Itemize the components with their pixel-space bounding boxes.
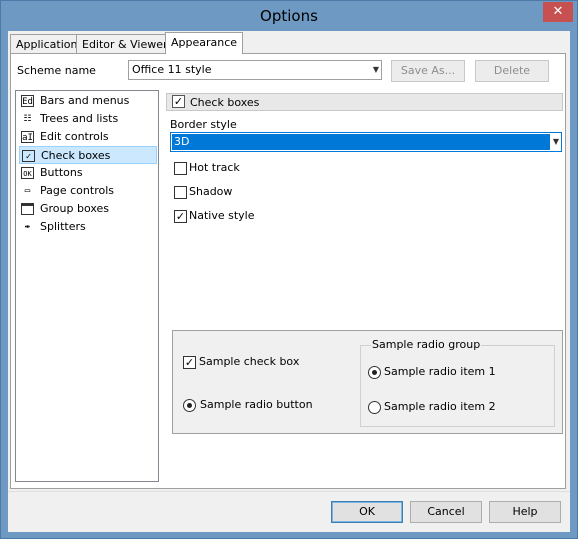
chevron-down-icon[interactable]: ▼: [371, 61, 381, 79]
shadow-checkbox[interactable]: [174, 186, 187, 199]
checkbox-icon: ✓: [22, 150, 35, 162]
appearance-panel: Scheme name Office 11 style ▼ Save As...…: [10, 53, 566, 489]
groupbox-icon: [21, 203, 34, 215]
tab-appearance[interactable]: Appearance: [165, 32, 244, 54]
tree-item-check-boxes[interactable]: ✓ Check boxes: [19, 146, 157, 164]
scheme-name-value: Office 11 style: [132, 63, 212, 76]
native-style-label: Native style: [189, 209, 255, 222]
dialog-client: Application Editor & Viewers Appearance …: [8, 31, 570, 532]
tree-item-trees-lists[interactable]: ☷ Trees and lists: [19, 110, 157, 128]
shadow-label: Shadow: [189, 185, 233, 198]
scheme-name-label: Scheme name: [17, 64, 96, 77]
save-as-button[interactable]: Save As...: [391, 60, 465, 82]
splitter-icon: ⇹: [24, 222, 31, 232]
sample-radio-item-2-label: Sample radio item 2: [384, 400, 496, 413]
settings-panel: ✓ Check boxes Border style 3D ▼ Hot trac…: [166, 90, 565, 486]
border-style-combo[interactable]: 3D ▼: [170, 132, 562, 152]
sample-radio-group: Sample radio group Sample radio item 1 S…: [360, 338, 555, 427]
sample-radio-item-1-label: Sample radio item 1: [384, 365, 496, 378]
window-title: Options: [260, 7, 318, 25]
tab-editor-viewers[interactable]: Editor & Viewers: [76, 34, 180, 55]
tree-item-bars-menus[interactable]: Ed Bars and menus: [19, 92, 157, 110]
section-header-label: Check boxes: [190, 96, 260, 109]
sample-area: ✓ Sample check box Sample radio button S…: [172, 330, 563, 434]
border-style-value: 3D: [172, 134, 550, 150]
native-style-checkbox[interactable]: ✓: [174, 210, 187, 223]
button-icon: OK: [21, 167, 34, 179]
category-tree: Ed Bars and menus ☷ Trees and lists aI E…: [15, 90, 159, 482]
help-button[interactable]: Help: [489, 501, 561, 523]
sample-radio-item-1[interactable]: [368, 366, 381, 379]
scheme-name-combo[interactable]: Office 11 style ▼: [128, 60, 382, 80]
header-checkbox-icon: ✓: [172, 95, 185, 108]
border-style-label: Border style: [170, 118, 237, 131]
tree-item-page-controls[interactable]: ▭ Page controls: [19, 182, 157, 200]
bars-menus-icon: Ed: [21, 95, 34, 107]
sample-radio-button[interactable]: [183, 399, 196, 412]
close-button[interactable]: ✕: [543, 2, 573, 22]
tree-item-group-boxes[interactable]: Group boxes: [19, 200, 157, 218]
sample-radio-button-label: Sample radio button: [200, 398, 313, 411]
cancel-button[interactable]: Cancel: [410, 501, 482, 523]
delete-button[interactable]: Delete: [475, 60, 549, 82]
hot-track-checkbox[interactable]: [174, 162, 187, 175]
edit-control-icon: aI: [21, 131, 34, 143]
tree-item-buttons[interactable]: OK Buttons: [19, 164, 157, 182]
hot-track-label: Hot track: [189, 161, 240, 174]
dialog-footer: OK Cancel Help: [8, 491, 570, 532]
sample-checkbox[interactable]: ✓: [183, 356, 196, 369]
section-header: ✓ Check boxes: [166, 93, 563, 111]
tree-list-icon: ☷: [23, 114, 32, 124]
sample-radio-group-title: Sample radio group: [371, 338, 482, 351]
chevron-down-icon[interactable]: ▼: [551, 133, 561, 151]
options-window: Options ✕ Application Editor & Viewers A…: [0, 0, 578, 539]
ok-button[interactable]: OK: [331, 501, 403, 523]
tree-item-splitters[interactable]: ⇹ Splitters: [19, 218, 157, 236]
sample-radio-item-2[interactable]: [368, 401, 381, 414]
tree-item-edit-controls[interactable]: aI Edit controls: [19, 128, 157, 146]
tab-application[interactable]: Application: [10, 34, 84, 55]
sample-checkbox-label: Sample check box: [199, 355, 300, 368]
page-control-icon: ▭: [24, 186, 31, 196]
